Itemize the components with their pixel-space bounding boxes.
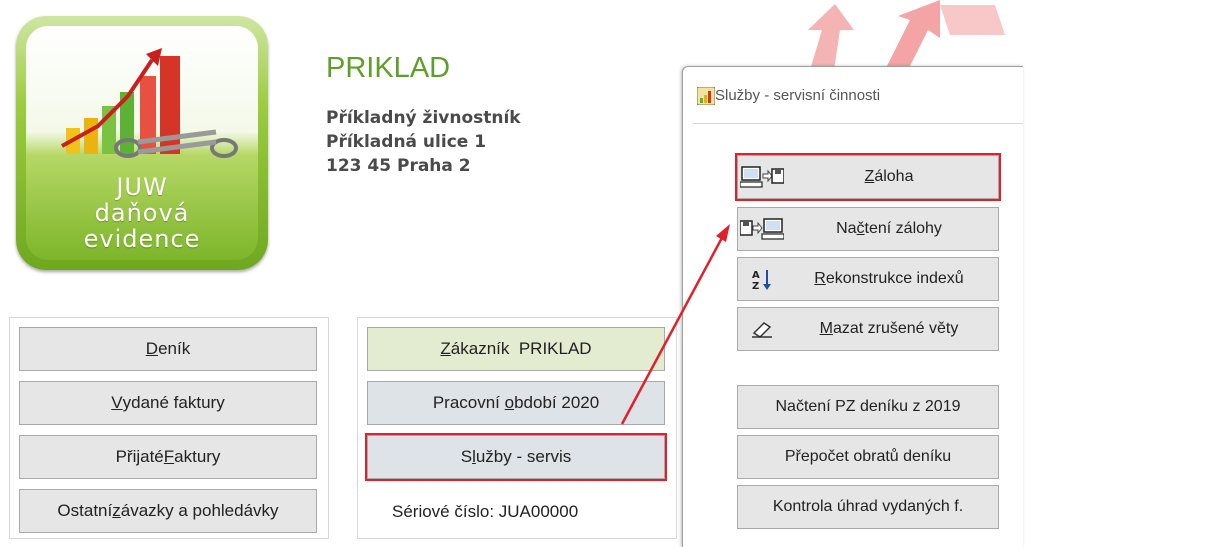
vydane-faktury-button[interactable]: Vydané faktury [19, 381, 317, 425]
kontrola-uhrad-button[interactable]: Kontrola úhrad vydaných f. [737, 485, 999, 529]
zaloha-button[interactable]: Záloha [735, 153, 1001, 201]
eraser-icon [738, 319, 786, 339]
nacteni-pz-deniku-button[interactable]: Načtení PZ deníku z 2019 [737, 385, 999, 429]
logo-line-juw: JUW [116, 173, 168, 201]
svg-text:A: A [752, 270, 760, 281]
svg-text:Z: Z [752, 281, 759, 291]
ostatni-zavazky-button[interactable]: Ostatní z ávazky a pohledávky [19, 489, 317, 533]
company-city: 123 45 Praha 2 [326, 156, 471, 176]
sort-az-icon: A Z [738, 267, 786, 291]
mazat-zrusene-vety-button[interactable]: Mazat zrušené věty [737, 307, 999, 351]
app-logo: JUW daňová evidence [16, 16, 268, 270]
chart-scissors-icon [61, 48, 238, 158]
disk-to-pc-icon [738, 217, 786, 241]
annotation-arrow [620, 224, 730, 425]
rekonstrukce-indexu-button[interactable]: A Z Rekonstrukce indexů [737, 257, 999, 301]
logo-line-danova: daňová [94, 199, 190, 227]
denik-button[interactable]: Deník [19, 327, 317, 371]
dialog-separator [693, 123, 1023, 124]
main-menu-group: Deník Vydané faktury Přijaté Faktury Ost… [9, 317, 329, 539]
app-icon [697, 87, 715, 105]
logo-line-evidence: evidence [83, 225, 201, 253]
company-owner: Příkladný živnostník [326, 108, 521, 128]
prijate-faktury-button[interactable]: Přijaté Faktury [19, 435, 317, 479]
background-arrow-graphic [808, 0, 1005, 70]
company-name: PRIKLAD [326, 52, 451, 84]
serial-number: Sériové číslo: JUA00000 [392, 502, 579, 521]
nacteni-zalohy-button[interactable]: Načtení zálohy [737, 207, 999, 251]
prepocet-obratu-button[interactable]: Přepočet obratů deníku [737, 435, 999, 479]
pc-to-disk-icon [738, 165, 786, 189]
company-street: Příkladná ulice 1 [326, 132, 487, 152]
dialog-title: Služby - servisní činnosti [715, 87, 881, 104]
sluzby-servis-button[interactable]: Sl užby - servis [365, 433, 667, 481]
